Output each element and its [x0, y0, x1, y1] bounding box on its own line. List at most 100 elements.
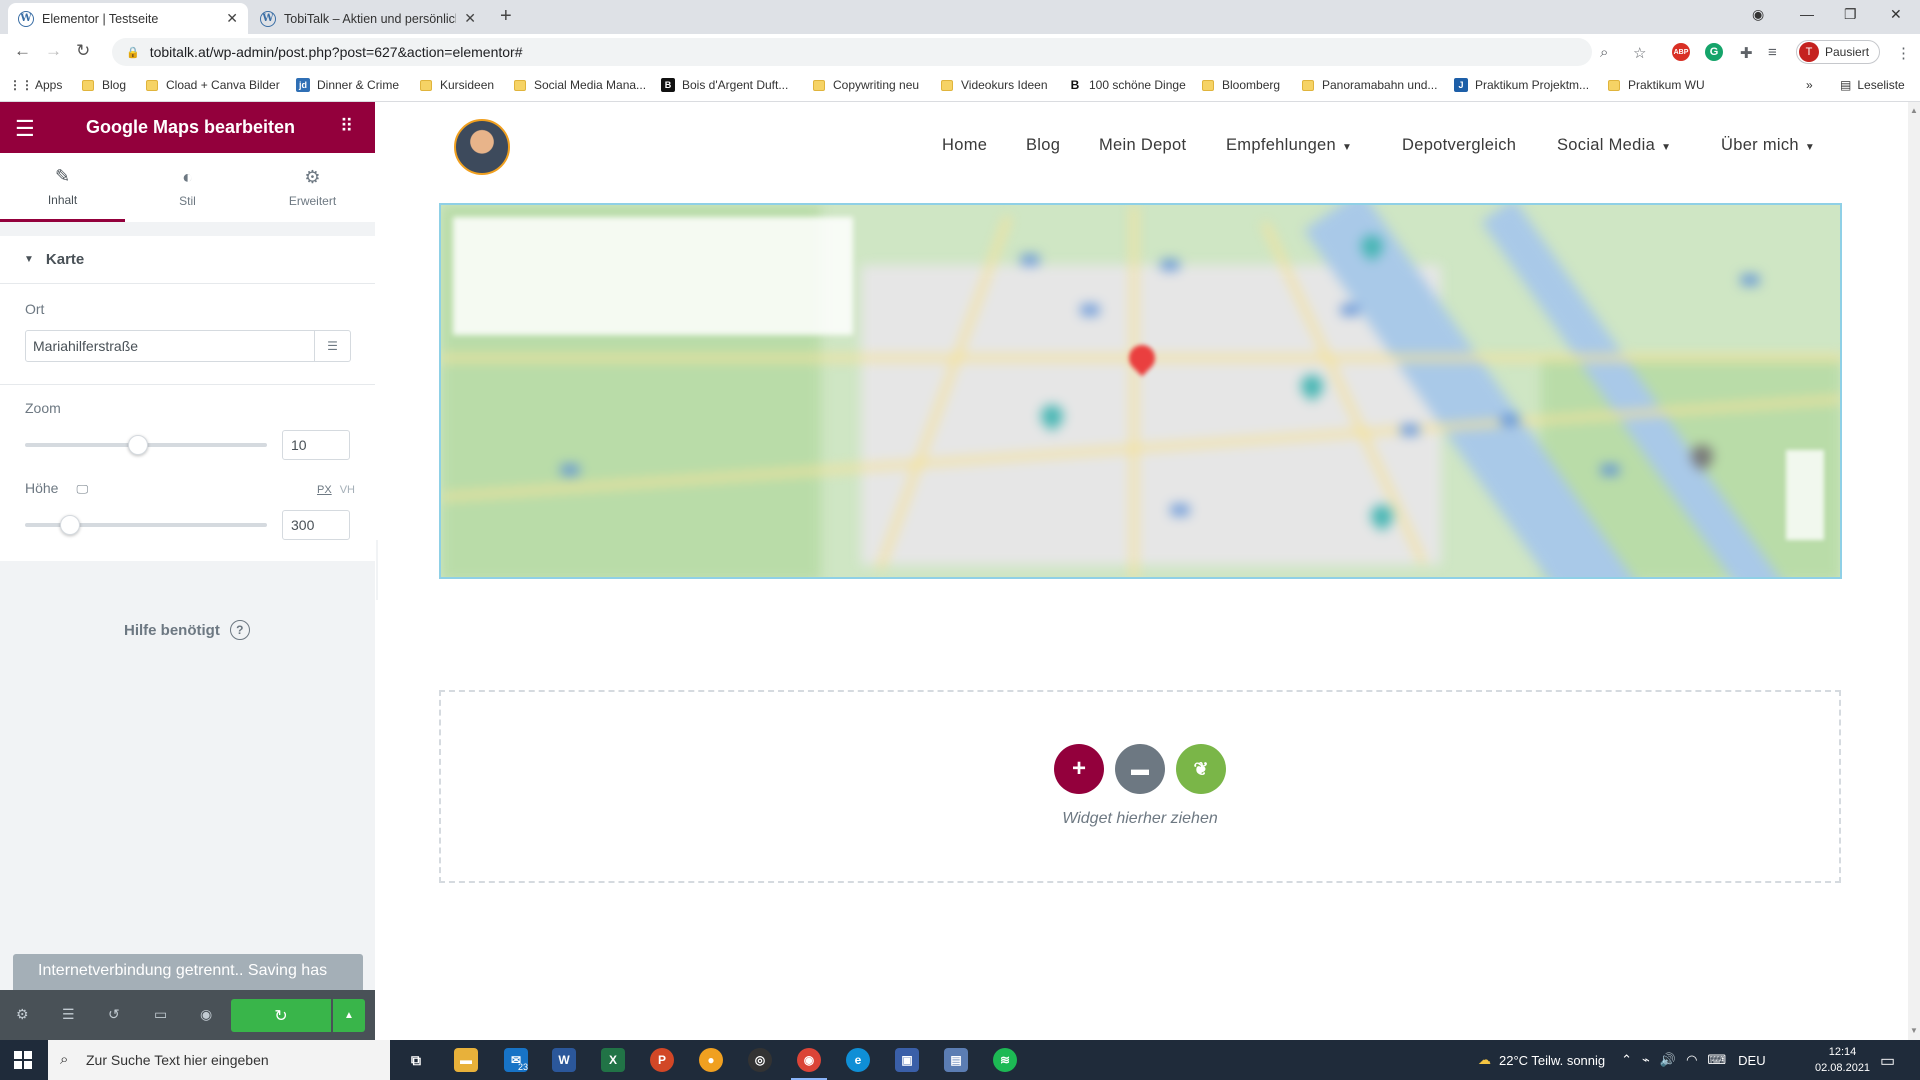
bookmark-social-media[interactable]: Social Media Mana... [514, 78, 646, 92]
history-icon[interactable]: ↺ [108, 1006, 120, 1023]
app-window-icon[interactable]: ▣ [895, 1048, 919, 1072]
nav-ueber-mich[interactable]: Über mich ▼ [1721, 136, 1815, 155]
powerpoint-icon[interactable]: P [650, 1048, 674, 1072]
forward-icon[interactable]: → [45, 41, 62, 61]
window-close-icon[interactable]: ✕ [1890, 6, 1902, 23]
save-button[interactable]: ↻ [231, 999, 331, 1032]
spotify-icon[interactable]: ≋ [993, 1048, 1017, 1072]
profile-button[interactable]: T Pausiert [1796, 40, 1881, 64]
hamburger-menu-icon[interactable]: ☰ [15, 116, 35, 142]
tab-erweitert[interactable]: ⚙ Erweitert [250, 153, 375, 222]
map-zoom-controls[interactable] [1786, 450, 1824, 540]
language-indicator[interactable]: DEU [1738, 1053, 1765, 1068]
minimize-icon[interactable]: — [1800, 6, 1814, 22]
clock[interactable]: 12:14 02.08.2021 [1815, 1044, 1870, 1076]
bookmark-dinner-crime[interactable]: jd Dinner & Crime [296, 78, 399, 92]
zoom-icon[interactable]: ⌕ [1600, 44, 1608, 61]
page-scrollbar[interactable]: ▲ ▼ [1908, 102, 1920, 1040]
chrome-icon[interactable]: ◉ [791, 1048, 827, 1080]
site-logo-avatar[interactable] [454, 119, 510, 175]
add-section-button[interactable]: + [1054, 744, 1104, 794]
save-options-button[interactable]: ▲ [333, 999, 365, 1032]
ort-input[interactable] [25, 330, 315, 362]
keyboard-icon[interactable]: ⌨ [1707, 1052, 1726, 1068]
tab-elementor[interactable]: W Elementor | Testseite ✕ [8, 3, 248, 34]
nav-home[interactable]: Home [942, 136, 987, 155]
tab-inhalt[interactable]: ✎ Inhalt [0, 153, 125, 222]
widgets-grid-icon[interactable]: ⠿ [340, 116, 353, 137]
bookmark-panoramabahn[interactable]: Panoramabahn und... [1302, 78, 1437, 92]
google-map-widget[interactable] [439, 203, 1842, 579]
bookmark-praktikum-projekt[interactable]: J Praktikum Projektm... [1454, 78, 1589, 92]
bookmark-copywriting[interactable]: Copywriting neu [813, 78, 919, 92]
nav-social-media[interactable]: Social Media ▼ [1557, 136, 1671, 155]
bookmark-kursideen[interactable]: Kursideen [420, 78, 494, 92]
help-link[interactable]: Hilfe benötigt ? [124, 620, 250, 640]
speaker-icon[interactable]: 🔊 [1660, 1052, 1676, 1068]
weather-text[interactable]: 22°C Teilw. sonnig [1499, 1053, 1605, 1068]
preview-eye-icon[interactable]: ◉ [200, 1006, 212, 1023]
add-template-button[interactable]: ▬ [1115, 744, 1165, 794]
more-bookmarks-icon[interactable]: » [1806, 78, 1813, 92]
scroll-down-icon[interactable]: ▼ [1910, 1026, 1918, 1035]
weather-icon[interactable]: ☁ [1478, 1052, 1491, 1068]
network-icon[interactable]: ⌁ [1642, 1052, 1650, 1068]
bookmark-praktikum-wu[interactable]: Praktikum WU [1608, 78, 1705, 92]
responsive-mode-icon[interactable]: ▭ [154, 1006, 167, 1023]
tab-stil[interactable]: ◐ Stil [125, 153, 250, 222]
reload-icon[interactable]: ↻ [76, 41, 90, 61]
back-icon[interactable]: ← [14, 41, 31, 61]
zoom-input[interactable] [282, 430, 350, 460]
taskbar-search[interactable]: ⌕ Zur Suche Text hier eingeben [48, 1040, 390, 1080]
bookmark-bois-dargent[interactable]: B Bois d'Argent Duft... [661, 78, 788, 92]
address-bar[interactable]: 🔒 tobitalk.at/wp-admin/post.php?post=627… [112, 38, 1592, 66]
close-tab-icon[interactable]: ✕ [226, 10, 238, 27]
notepad-icon[interactable]: ▤ [944, 1048, 968, 1072]
tray-expand-icon[interactable]: ⌃ [1621, 1052, 1632, 1068]
word-icon[interactable]: W [552, 1048, 576, 1072]
zoom-slider-handle[interactable] [128, 435, 148, 455]
bookmark-bloomberg[interactable]: Bloomberg [1202, 78, 1280, 92]
envato-kit-button[interactable]: ❦ [1176, 744, 1226, 794]
bookmark-100-dinge[interactable]: B 100 schöne Dinge [1068, 78, 1186, 92]
nav-empfehlungen[interactable]: Empfehlungen ▼ [1226, 136, 1352, 155]
excel-icon[interactable]: X [601, 1048, 625, 1072]
close-tab-icon[interactable]: ✕ [464, 10, 476, 27]
hoehe-input[interactable] [282, 510, 350, 540]
browser-menu-icon[interactable]: ⋮ [1896, 44, 1911, 62]
wifi-icon[interactable]: ◠ [1686, 1052, 1697, 1068]
windows-start-icon[interactable] [14, 1051, 32, 1069]
reading-mode-icon[interactable]: ≡ [1768, 44, 1777, 61]
task-view-icon[interactable]: ⧉ [404, 1048, 428, 1072]
desktop-device-icon[interactable]: 🖵 [76, 482, 88, 496]
restore-icon[interactable]: ❐ [1844, 6, 1857, 23]
tab-tobitalk[interactable]: W TobiTalk – Aktien und persönlich... ✕ [250, 3, 486, 34]
bookmark-apps[interactable]: ⋮⋮ Apps [9, 78, 62, 92]
bookmark-canva[interactable]: Cload + Canva Bilder [146, 78, 280, 92]
nav-mein-depot[interactable]: Mein Depot [1099, 136, 1186, 155]
notifications-icon[interactable]: ▭ [1880, 1051, 1895, 1071]
tab-search-icon[interactable]: ◉ [1752, 6, 1764, 23]
nav-depotvergleich[interactable]: Depotvergleich [1402, 136, 1516, 155]
dynamic-tags-icon[interactable]: ☰ [315, 330, 351, 362]
section-karte[interactable]: ▼ Karte [0, 236, 375, 284]
edge-icon[interactable]: e [846, 1048, 870, 1072]
app-icon[interactable]: ● [699, 1048, 723, 1072]
reading-list[interactable]: ▤ Leseliste [1840, 78, 1905, 92]
new-tab-icon[interactable]: + [500, 5, 512, 28]
bookmark-star-icon[interactable]: ☆ [1633, 44, 1646, 62]
bookmark-blog[interactable]: Blog [82, 78, 126, 92]
grammarly-icon[interactable]: G [1705, 43, 1723, 61]
file-explorer-icon[interactable]: ▬ [454, 1048, 478, 1072]
nav-blog[interactable]: Blog [1026, 136, 1060, 155]
navigator-layers-icon[interactable]: ☰ [62, 1006, 75, 1023]
adblock-icon[interactable]: ABP [1672, 43, 1690, 61]
unit-px[interactable]: PX [317, 484, 332, 496]
settings-gear-icon[interactable]: ⚙ [16, 1006, 29, 1023]
unit-vh[interactable]: VH [340, 484, 355, 496]
map-info-card[interactable] [453, 217, 853, 335]
hoehe-slider-handle[interactable] [60, 515, 80, 535]
obs-icon[interactable]: ◎ [748, 1048, 772, 1072]
scroll-up-icon[interactable]: ▲ [1910, 106, 1918, 115]
bookmark-videokurs[interactable]: Videokurs Ideen [941, 78, 1048, 92]
